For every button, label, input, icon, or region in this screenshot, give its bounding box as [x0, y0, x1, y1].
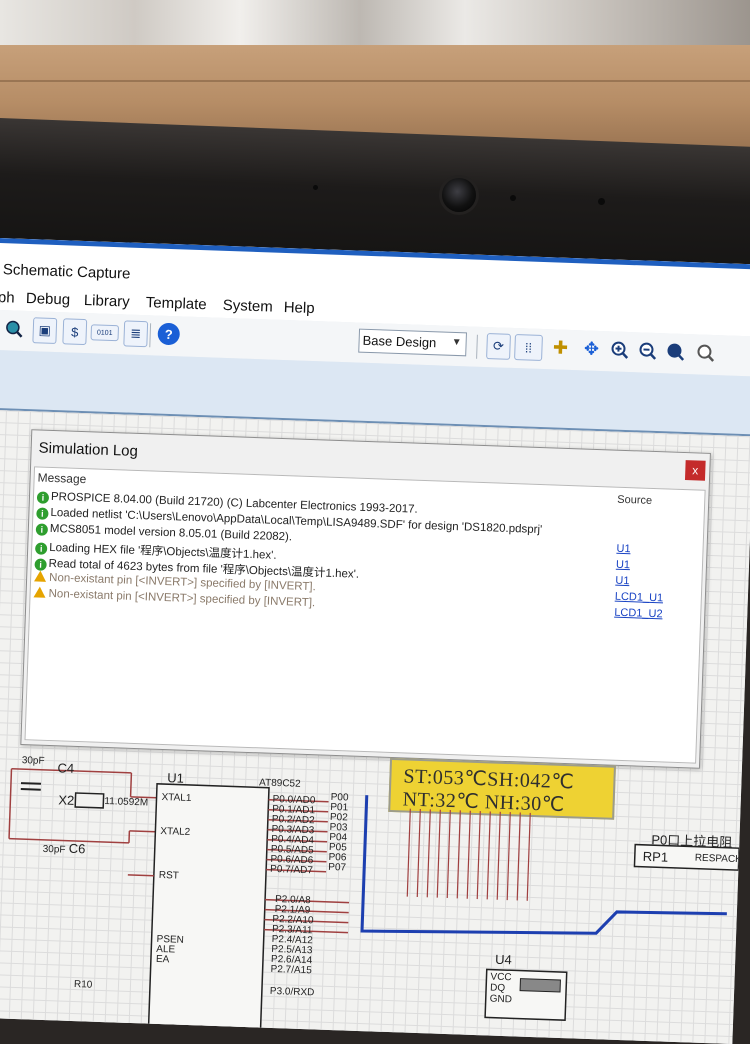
dialog-title: Simulation Log — [38, 439, 138, 459]
u4-pin-label: GND — [490, 994, 513, 1006]
u1-pin-label: P0.7/AD7 — [270, 864, 313, 876]
menu-library[interactable]: Library — [84, 292, 130, 311]
info-icon: i — [36, 523, 48, 535]
component-search-icon[interactable] — [2, 316, 25, 341]
u4-pin-label: DQ — [490, 983, 505, 995]
menu-help[interactable]: Help — [283, 299, 314, 317]
design-select-value: Base Design — [362, 333, 436, 351]
u1-pin-label: EA — [156, 954, 170, 965]
info-icon: i — [35, 542, 47, 554]
zoom-all-icon[interactable] — [664, 339, 687, 364]
u4-pin-label: VCC — [490, 972, 511, 984]
log-source-link[interactable]: U1 — [615, 575, 629, 587]
chip-icon[interactable]: ▣ — [32, 317, 57, 344]
c6-value: 30pF — [42, 844, 65, 856]
log-source-link[interactable]: U1 — [616, 543, 630, 555]
simulation-log-dialog: Simulation Log x Message Source iPROSPIC… — [20, 429, 711, 769]
menu-template[interactable]: Template — [146, 294, 207, 313]
sensor-dot — [313, 185, 318, 190]
origin-icon[interactable]: ✚ — [549, 335, 572, 360]
misc-label: R10 — [74, 979, 93, 991]
sensor-dot — [598, 198, 605, 205]
u1-pin-label: XTAL2 — [160, 826, 190, 838]
info-icon: i — [37, 491, 49, 503]
binary-icon[interactable]: 0101 — [90, 324, 119, 341]
x2-value: 11.0592M — [104, 796, 148, 809]
info-icon: i — [36, 507, 48, 519]
rp1-label: RP1 — [643, 849, 669, 865]
column-header-message[interactable]: Message — [37, 470, 86, 486]
sensor-dot — [510, 195, 516, 201]
toolbar-separator — [476, 335, 478, 359]
log-list[interactable]: Message Source iPROSPICE 8.04.00 (Build … — [24, 466, 705, 763]
document-icon[interactable]: ≣ — [123, 320, 148, 347]
toolbar-separator — [149, 323, 151, 347]
menu-debug[interactable]: Debug — [26, 290, 71, 309]
c4-value: 30pF — [22, 755, 45, 767]
u1-pin-label: XTAL1 — [161, 792, 191, 804]
zoom-in-icon[interactable] — [608, 337, 631, 362]
warning-icon — [33, 586, 45, 597]
close-icon: x — [692, 463, 698, 477]
net-label: P07 — [328, 862, 346, 874]
c4-label: C4 — [57, 760, 74, 776]
log-source-link[interactable]: LCD1_U2 — [614, 607, 663, 621]
window-title: Schematic Capture — [3, 261, 131, 282]
pan-icon[interactable]: ✥ — [580, 336, 603, 361]
menu-graph[interactable]: ph — [0, 289, 15, 307]
schematic-wiring — [0, 742, 742, 1044]
column-header-source[interactable]: Source — [617, 494, 652, 507]
design-select[interactable]: Base Design ▼ — [358, 329, 467, 357]
refresh-icon[interactable]: ⟳ — [486, 333, 511, 360]
c6-label: C6 — [68, 841, 85, 857]
u1-pin-label: P2.7/A15 — [270, 964, 312, 976]
dollar-icon[interactable]: $ — [62, 318, 87, 345]
p0-pullup-label: P0口上拉电阻 — [651, 829, 733, 851]
u1-pin-label: RST — [159, 870, 179, 882]
log-source-link[interactable]: U1 — [616, 559, 630, 571]
chevron-down-icon: ▼ — [452, 337, 462, 348]
u1-part: AT89C52 — [259, 777, 301, 789]
close-button[interactable]: x — [685, 460, 706, 481]
help-icon[interactable]: ? — [157, 323, 180, 346]
u1-pin-label: P3.0/RXD — [270, 986, 315, 999]
webcam — [442, 178, 476, 212]
log-source-link[interactable]: LCD1_U1 — [615, 591, 664, 605]
rp1-part: RESPACK — [695, 853, 742, 866]
screen: Schematic Capture ph Debug Library Templ… — [0, 238, 750, 1044]
menu-system[interactable]: System — [222, 297, 273, 316]
warning-icon — [34, 570, 46, 581]
grid-icon[interactable]: ⁞⁞ — [514, 334, 543, 361]
zoom-area-icon[interactable] — [694, 340, 717, 365]
zoom-out-icon[interactable] — [636, 338, 659, 363]
info-icon: i — [34, 558, 46, 570]
u1-label: U1 — [167, 770, 184, 786]
u4-label: U4 — [495, 952, 512, 968]
x2-label: X2 — [58, 792, 74, 808]
